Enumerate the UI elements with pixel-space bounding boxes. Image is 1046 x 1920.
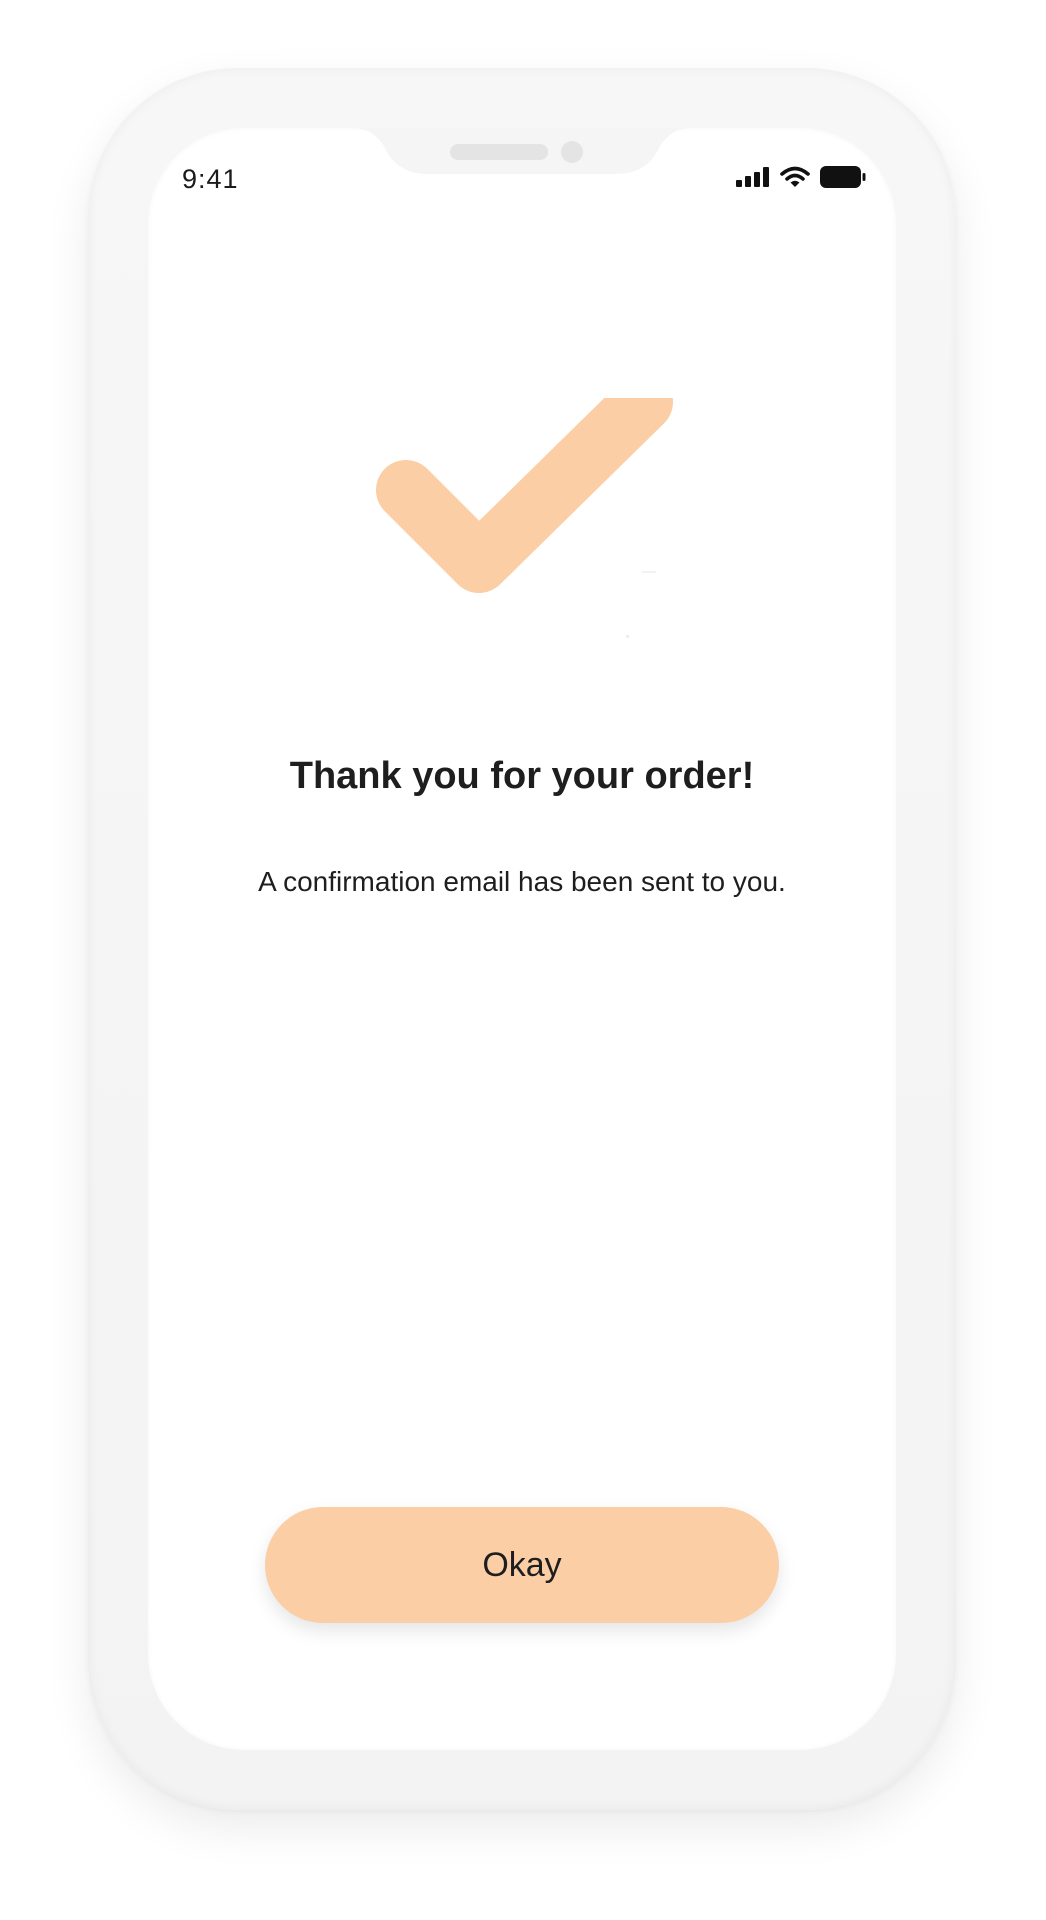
cellular-signal-icon [736,167,770,192]
checkmark-icon [368,372,708,678]
wifi-icon [780,166,810,193]
okay-button[interactable]: Okay [265,1507,779,1623]
phone-frame: 9:41 Thank you for your order! A confirm… [88,68,956,1810]
confirmation-title: Thank you for your order! [289,755,755,797]
status-time: 9:41 [182,164,239,194]
stage: 9:41 Thank you for your order! A confirm… [0,0,1046,1920]
battery-icon [820,166,866,193]
status-icons [736,166,866,193]
status-bar: 9:41 [148,128,896,208]
confirmation-message: A confirmation email has been sent to yo… [258,866,786,897]
phone-screen: 9:41 Thank you for your order! A confirm… [148,128,896,1750]
